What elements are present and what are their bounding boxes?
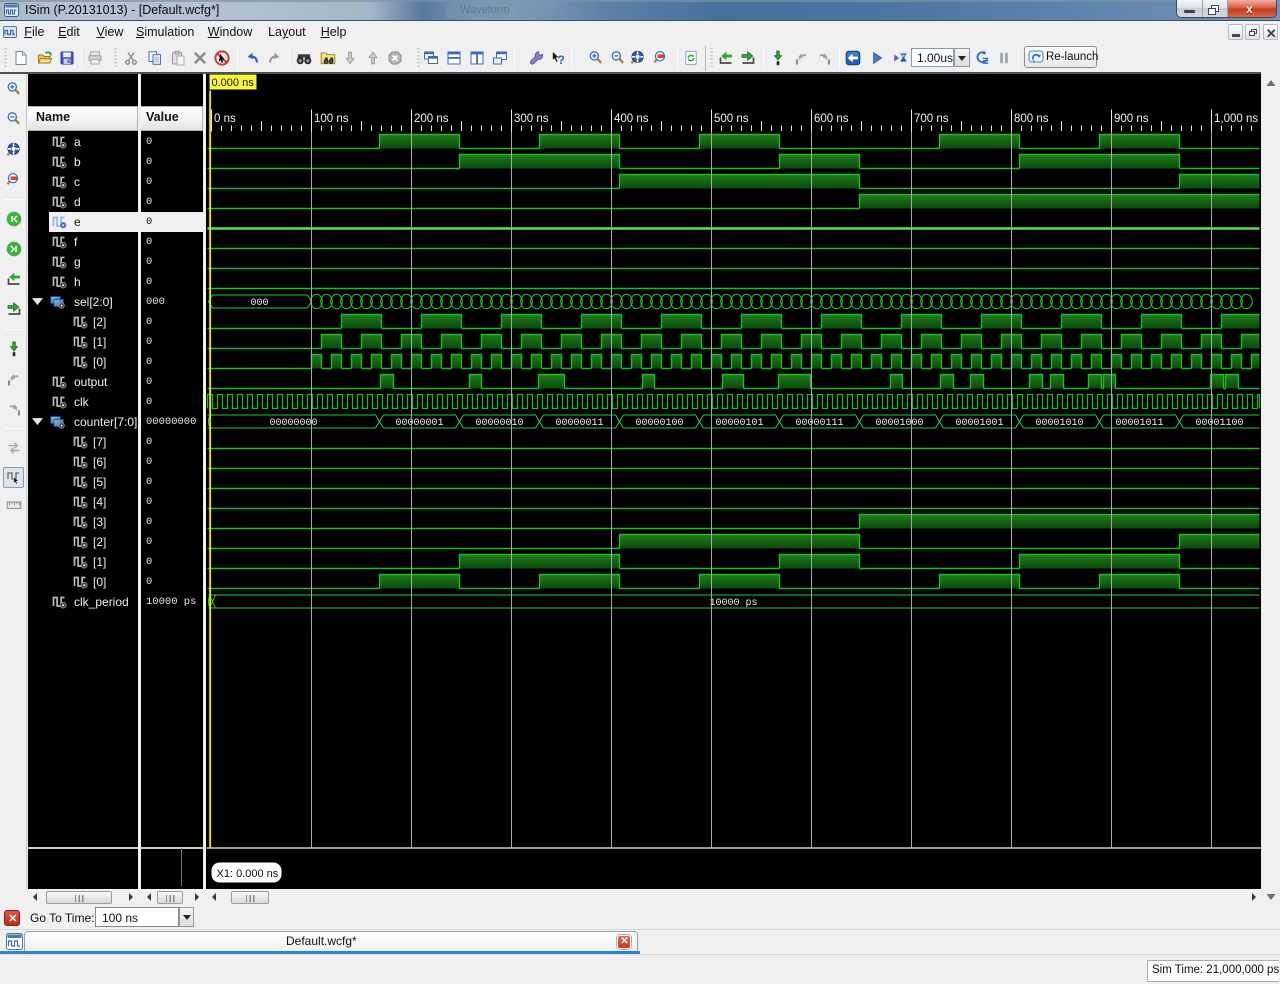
svg-text:00000011: 00000011 [555,418,603,429]
svg-text:000: 000 [250,298,268,309]
svg-text:0.000 ns: 0.000 ns [212,77,255,89]
svg-text:00000001: 00000001 [395,418,443,429]
svg-text:X1: 0.000 ns: X1: 0.000 ns [217,868,279,880]
svg-text:00001000: 00001000 [875,418,923,429]
svg-text:00001100: 00001100 [1195,418,1243,429]
svg-text:300 ns: 300 ns [514,113,549,125]
svg-text:00001010: 00001010 [1035,418,1083,429]
svg-text:500 ns: 500 ns [714,113,749,125]
svg-text:200 ns: 200 ns [414,113,449,125]
svg-text:400 ns: 400 ns [614,113,649,125]
svg-text:00000000: 00000000 [269,418,317,429]
svg-text:900 ns: 900 ns [1114,113,1149,125]
svg-text:10000 ps: 10000 ps [709,598,757,609]
svg-text:700 ns: 700 ns [914,113,949,125]
svg-text:00001001: 00001001 [955,418,1003,429]
svg-text:800 ns: 800 ns [1014,113,1049,125]
svg-text:600 ns: 600 ns [814,113,849,125]
svg-text:00000101: 00000101 [715,418,763,429]
svg-text:00001011: 00001011 [1115,418,1163,429]
svg-text:1,000 ns: 1,000 ns [1214,113,1258,125]
svg-text:00000111: 00000111 [795,418,843,429]
svg-text:100 ns: 100 ns [314,113,349,125]
svg-text:00000010: 00000010 [475,418,523,429]
svg-text:?: ? [558,53,565,66]
svg-text:0 ns: 0 ns [214,113,236,125]
svg-text:00000100: 00000100 [635,418,683,429]
